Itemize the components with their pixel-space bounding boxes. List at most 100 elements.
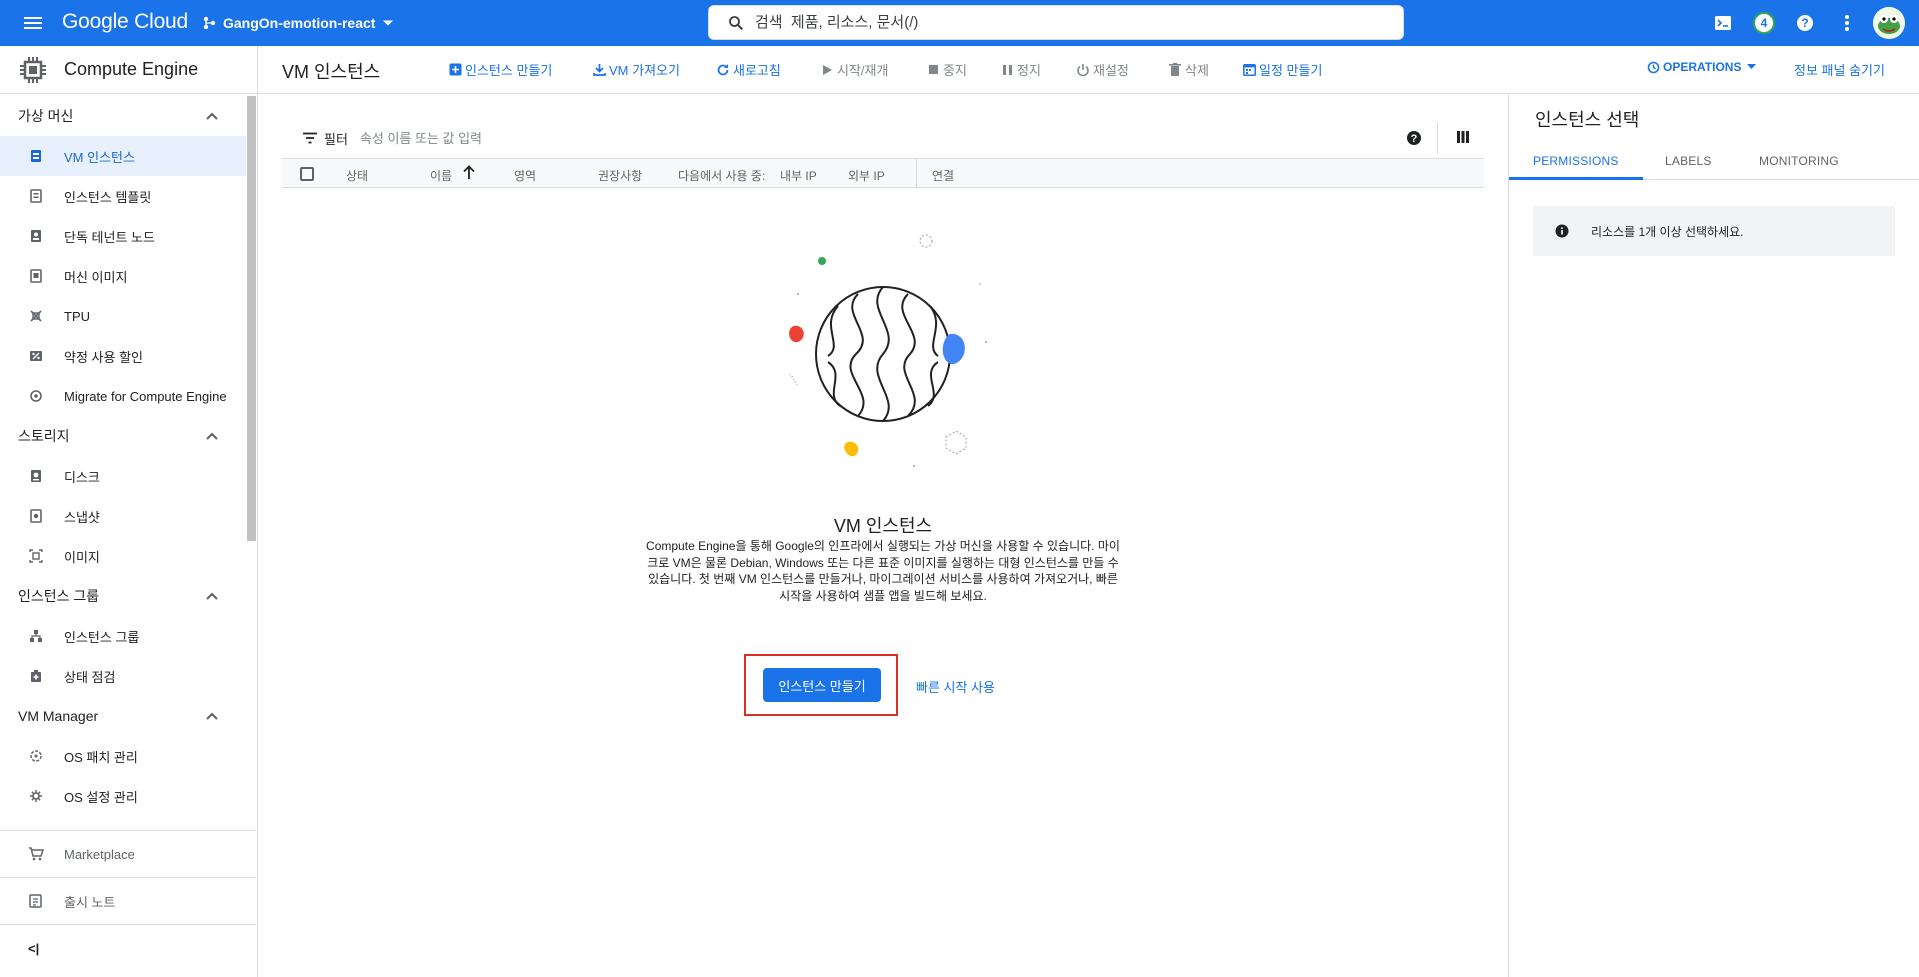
disk-icon [28,468,44,484]
button-label: 정지 [1017,63,1041,78]
sidebar-nav: 가상 머신 VM 인스턴스 인스턴스 템플릿 단독 테넌트 노드 머신 이미지 … [0,96,256,876]
filter-icon [302,132,318,144]
sidebar-section-instance-groups[interactable]: 인스턴스 그룹 [0,576,256,616]
left-sidebar: Compute Engine 가상 머신 VM 인스턴스 인스턴스 템플릿 단독… [0,46,258,977]
sidebar-item-release-notes[interactable]: 출시 노트 [0,878,246,924]
sidebar-item-snapshots[interactable]: 스냅샷 [0,496,246,536]
sole-tenant-icon [28,228,44,244]
stop-button[interactable]: 중지 [926,60,967,79]
sidebar-item-machine-images[interactable]: 머신 이미지 [0,256,246,296]
sidebar-item-os-config[interactable]: OS 설정 관리 [0,776,246,816]
sidebar-item-label: TPU [64,308,90,324]
sidebar-section-vm-manager[interactable]: VM Manager [0,696,256,736]
column-status[interactable]: 상태 [346,167,368,184]
info-message: 리소스를 1개 이상 선택하세요. [1533,206,1895,256]
more-vert-icon[interactable] [1835,11,1859,35]
create-schedule-button[interactable]: 일정 만들기 [1242,60,1322,79]
sidebar-item-label: 인스턴스 그룹 [64,629,140,645]
collapse-icon: <| [28,940,40,956]
filter-button[interactable]: 필터 [302,129,348,148]
button-label: VM 가져오기 [609,63,680,78]
section-label: 가상 머신 [18,108,74,124]
sidebar-item-health-checks[interactable]: 상태 점검 [0,656,246,696]
main-content: 필터 ? 상태 이름 영역 권장사항 다음에서 사용 중: 내부 IP 외부 I… [258,94,1508,977]
column-zone[interactable]: 영역 [514,167,536,184]
page-title: VM 인스턴스 [282,62,381,82]
suspend-button[interactable]: 정지 [1000,60,1041,79]
table-header: 상태 이름 영역 권장사항 다음에서 사용 중: 내부 IP 외부 IP 연결 [282,158,1484,188]
tab-monitoring[interactable]: MONITORING [1759,154,1839,168]
select-all-checkbox[interactable] [300,167,314,181]
google-cloud-logo[interactable]: Google Cloud [62,10,188,34]
notifications-badge[interactable]: 4 [1753,12,1775,34]
column-external-ip[interactable]: 외부 IP [848,167,885,184]
column-connect[interactable]: 연결 [932,167,954,184]
snapshot-icon [28,508,44,524]
sidebar-scrollbar[interactable] [247,96,256,541]
button-label: 정보 패널 숨기기 [1794,63,1885,78]
delete-button[interactable]: 삭제 [1168,60,1209,79]
help-icon[interactable]: ? [1406,130,1422,146]
tpu-icon [28,308,44,324]
sidebar-section-virtual-machines[interactable]: 가상 머신 [0,96,256,136]
start-resume-button[interactable]: 시작/재개 [820,60,888,79]
empty-state-title: VM 인스턴스 [833,516,933,536]
collapse-sidebar-button[interactable]: <| [0,925,246,971]
sidebar-item-instance-groups[interactable]: 인스턴스 그룹 [0,616,246,656]
sidebar-item-images[interactable]: 이미지 [0,536,246,576]
project-selector[interactable]: GangOn-emotion-react [202,11,394,35]
search-input[interactable] [755,14,1355,31]
instance-group-icon [28,628,44,644]
tab-labels[interactable]: LABELS [1665,154,1712,168]
filter-input[interactable] [359,130,760,146]
tab-permissions[interactable]: PERMISSIONS [1533,154,1619,168]
search-bar[interactable] [708,5,1404,40]
sidebar-item-os-patch[interactable]: OS 패치 관리 [0,736,246,776]
cloud-shell-icon[interactable] [1711,11,1735,35]
refresh-button[interactable]: 새로고침 [716,60,781,79]
cart-icon [28,846,44,862]
sidebar-section-storage[interactable]: 스토리지 [0,416,256,456]
vm-illustration [758,234,988,474]
account-avatar[interactable] [1873,7,1905,39]
settings-icon [28,788,44,804]
sidebar-item-marketplace[interactable]: Marketplace [0,831,246,877]
sidebar-item-vm-instances[interactable]: VM 인스턴스 [0,136,246,176]
sidebar-item-label: 인스턴스 템플릿 [64,189,152,205]
quickstart-link[interactable]: 빠른 시작 사용 [916,677,995,696]
operations-button[interactable]: OPERATIONS [1646,60,1757,74]
info-panel: 인스턴스 선택 PERMISSIONS LABELS MONITORING 리소… [1508,94,1919,977]
release-notes-icon [28,893,44,909]
divider [1437,122,1438,154]
chevron-down-icon [1747,64,1757,70]
sidebar-item-sole-tenant-nodes[interactable]: 단독 테넌트 노드 [0,216,246,256]
button-label: 중지 [943,63,967,78]
create-instance-primary-button[interactable]: 인스턴스 만들기 [763,668,881,702]
import-vm-button[interactable]: VM 가져오기 [592,60,680,79]
column-name[interactable]: 이름 [430,167,452,184]
button-label: 재설정 [1093,63,1129,78]
sidebar-item-tpu[interactable]: TPU [0,296,246,336]
os-patch-icon [28,748,44,764]
arrow-up-icon[interactable] [462,165,476,180]
column-display-icon[interactable] [1456,130,1470,144]
sidebar-header: Compute Engine [0,46,257,94]
menu-icon[interactable] [21,11,45,35]
sidebar-item-disks[interactable]: 디스크 [0,456,246,496]
sidebar-item-label: OS 패치 관리 [64,749,138,765]
percent-icon [28,348,44,364]
active-tab-indicator [1509,177,1643,180]
reset-button[interactable]: 재설정 [1076,60,1129,79]
column-recommendation[interactable]: 권장사항 [598,167,642,184]
column-internal-ip[interactable]: 내부 IP [780,167,817,184]
chevron-up-icon [206,592,218,600]
sidebar-item-committed-use[interactable]: 약정 사용 할인 [0,336,246,376]
sidebar-item-instance-templates[interactable]: 인스턴스 템플릿 [0,176,246,216]
sidebar-item-label: 단독 테넌트 노드 [64,229,155,245]
hide-info-panel-button[interactable]: 정보 패널 숨기기 [1794,60,1885,79]
chevron-down-icon [382,17,394,29]
column-in-use-by[interactable]: 다음에서 사용 중: [678,167,765,184]
help-icon[interactable]: ? [1793,11,1817,35]
create-instance-button[interactable]: 인스턴스 만들기 [448,60,552,79]
sidebar-item-migrate[interactable]: Migrate for Compute Engine [0,376,246,416]
